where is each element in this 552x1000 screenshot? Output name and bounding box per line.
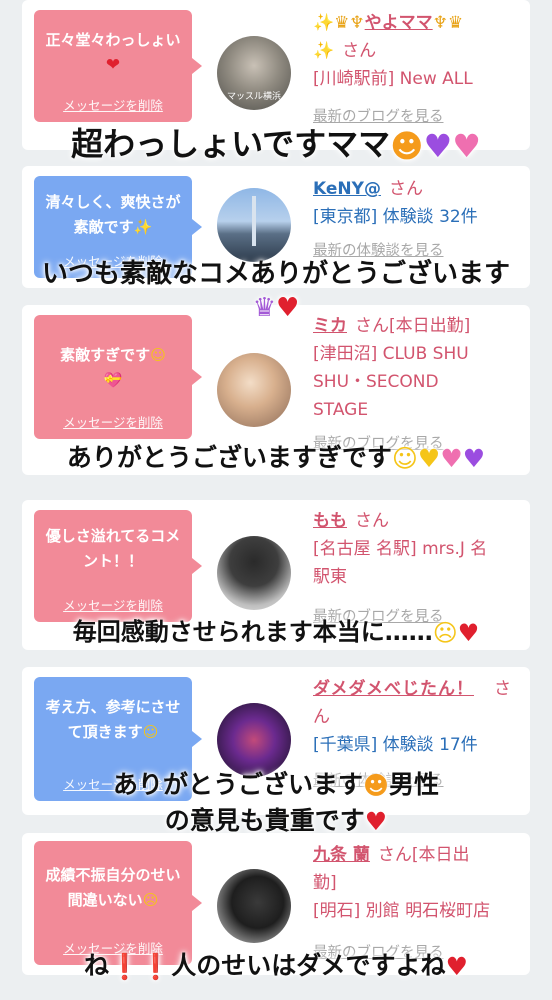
avatar[interactable] <box>217 353 291 427</box>
caption-text: ありがとうございますぎです <box>66 443 392 472</box>
smiling-hearts-icon: ☻ <box>362 771 390 800</box>
honorific: さん <box>388 179 423 199</box>
overlay-caption: 超わっしょいですママ☻♥♥ <box>0 122 552 168</box>
tower-shape <box>252 196 256 246</box>
user-name-link[interactable]: やよママ <box>365 13 433 33</box>
honorific: さん <box>342 41 377 61</box>
bubble-text: 素敵すぎです <box>60 346 151 364</box>
exclamation-icon: ❗ <box>109 952 141 981</box>
gift-heart-icon: 💝 <box>103 371 123 389</box>
shop-info: [津田沼] CLUB SHU <box>313 344 469 364</box>
overlay-caption: ありがとうございますぎです☺♥♥♥ <box>0 438 552 479</box>
avatar-caption: マッスル横浜 <box>226 92 281 102</box>
caption-text: ありがとうございます <box>112 770 363 799</box>
user-info: KeNY@ さん [東京都] 体験談 32件 最新の体験談を見る <box>313 175 522 265</box>
purple-heart-icon: ♥ <box>423 127 453 165</box>
caption-text: の意見も貴重です <box>164 806 365 835</box>
caption-text: いつも素敵なコメありがとうございます <box>41 259 510 289</box>
grin-sweat-icon: ☺ <box>142 723 159 741</box>
honorific: さん <box>355 511 389 531</box>
avatar[interactable] <box>217 869 291 943</box>
exclamation-icon: ❗ <box>140 952 172 981</box>
delete-message-link[interactable]: メッセージを削除 <box>34 412 192 431</box>
caption-text: 男性 <box>389 770 440 799</box>
shop-info: STAGE <box>313 400 369 420</box>
honorific-continued: 勤] <box>313 873 337 893</box>
red-heart-icon: ♥ <box>276 292 300 323</box>
smile-icon: ☺ <box>150 346 166 364</box>
shop-info: [明石] 別館 明石桜町店 <box>313 901 491 921</box>
review-info: [東京都] 体験談 32件 <box>313 207 478 227</box>
bubble-text: 考え方、参考にさせて頂きます <box>45 698 181 741</box>
overlay-caption: ありがとうございます☻男性 <box>0 766 552 805</box>
purple-heart-icon: ♥ <box>462 444 486 473</box>
user-info: ✨♛♆やよママ♆♛ ✨ さん [川崎駅前] New ALL 最新のブログを見る <box>313 9 522 131</box>
smiling-hearts-icon: ☻ <box>390 127 424 165</box>
shop-info: [川崎駅前] New ALL <box>313 69 473 89</box>
user-name-link[interactable]: ダメダメべじたん！ <box>313 679 474 699</box>
bubble-text: 清々しく、爽快さが素敵です <box>45 193 181 236</box>
two-hearts-icon: ♥ <box>440 444 463 473</box>
sparkle-icon: ✨ <box>133 218 153 236</box>
caption-text: 超わっしょいですママ <box>71 125 391 163</box>
broken-heart-icon: ♥ <box>445 952 468 981</box>
red-heart-icon: ❤ <box>105 55 121 75</box>
shop-info: [名古屋 名駅] mrs.J 名 <box>313 539 488 559</box>
caption-text: 人のせいはダメですよね <box>171 951 446 980</box>
bowing-person-icon: ♛ <box>252 292 276 323</box>
message-bubble: 素敵すぎです☺ 💝 メッセージを削除 <box>34 315 202 439</box>
trident-crown-icon: ♆♛ <box>432 13 464 33</box>
sparkle-icon: ✨ <box>313 13 335 33</box>
user-name-link[interactable]: もも <box>313 511 347 531</box>
bubble-text: 優しさ溢れてるコメント！！ <box>45 527 181 570</box>
pleading-face-icon: ☺ <box>391 444 418 473</box>
overlay-caption-emoji: ♛♥ <box>0 290 552 325</box>
red-heart-icon: ♥ <box>457 619 480 647</box>
yellow-heart-icon: ♥ <box>417 444 441 473</box>
honorific: さ <box>493 679 511 699</box>
overlay-caption: 毎回感動させられます本当に……☹♥ <box>0 612 552 653</box>
caption-text: 毎回感動させられます本当に…… <box>72 618 433 646</box>
review-info: [千葉県] 体験談 17件 <box>313 735 478 755</box>
shop-info: SHU・SECOND <box>313 372 439 392</box>
overlay-caption: いつも素敵なコメありがとうございます <box>0 254 552 294</box>
sparkling-heart-icon: ♥ <box>452 127 481 165</box>
message-bubble: 正々堂々わっしょい ❤ メッセージを削除 <box>34 10 202 122</box>
user-info: ミカ さん[本日出勤] [津田沼] CLUB SHU SHU・SECOND STA… <box>313 312 522 458</box>
bubble-text: 成績不振自分のせい間違いない <box>45 866 181 909</box>
avatar[interactable]: マッスル横浜 <box>217 36 291 110</box>
avatar[interactable] <box>217 536 291 610</box>
crying-face-icon: ☹ <box>432 619 458 647</box>
sparkle-icon: ✨ <box>313 41 335 61</box>
overlay-caption: ね❗❗人のせいはダメですよね♥ <box>0 946 552 987</box>
bubble-text: 正々堂々わっしょい <box>45 31 181 49</box>
crown-icon: ♛♆ <box>334 13 365 33</box>
avatar[interactable] <box>217 188 291 262</box>
honorific-continued: ん <box>313 707 330 727</box>
red-heart-icon: ♥ <box>364 807 388 836</box>
caption-text: ね <box>84 951 110 980</box>
honorific: さん[本日出 <box>377 845 470 865</box>
user-name-link[interactable]: KeNY@ <box>313 179 381 199</box>
user-name-link[interactable]: 九条 蘭 <box>313 845 370 865</box>
overlay-caption: の意見も貴重です♥ <box>0 802 552 841</box>
message-bubble: 優しさ溢れてるコメント！！ メッセージを削除 <box>34 510 202 622</box>
shop-info: 駅東 <box>313 567 347 587</box>
delete-message-link[interactable]: メッセージを削除 <box>34 95 192 114</box>
huff-face-icon: ☹ <box>142 891 159 909</box>
